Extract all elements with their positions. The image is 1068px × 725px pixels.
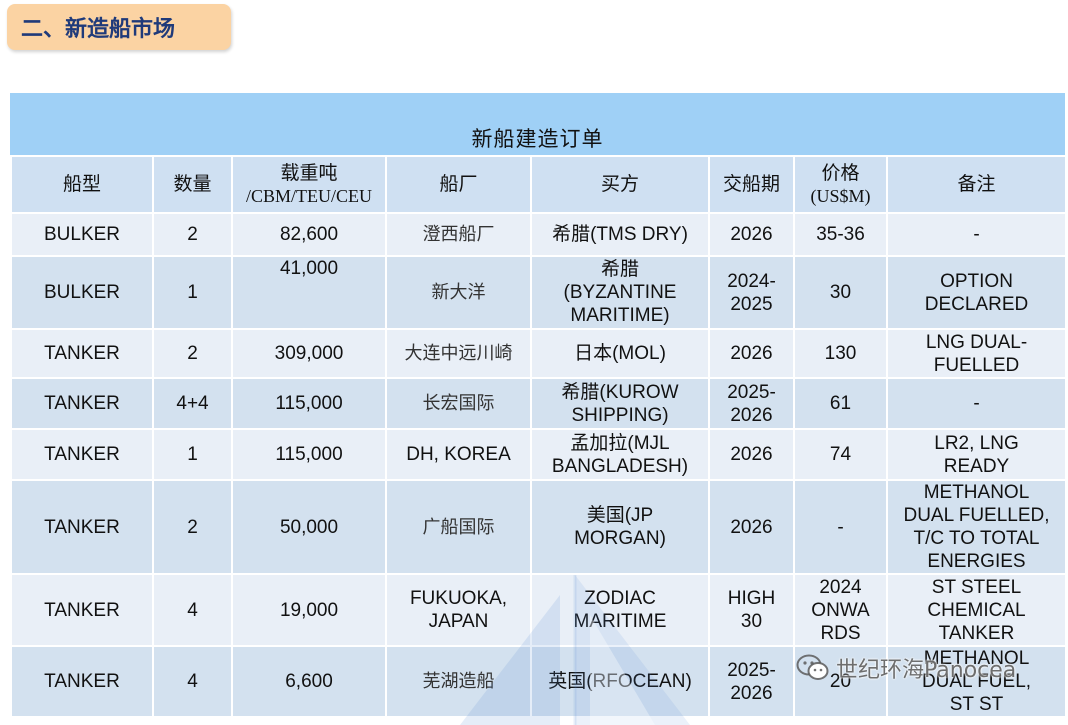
cell-qty: 4+4: [152, 377, 233, 430]
cell-yard: 澄西船厂: [385, 212, 532, 257]
table-row: BULKER 1 41,000 新大洋 希腊 (BYZANTINE MARITIME) 2…: [10, 255, 1065, 330]
table-row: TANKER 2 309,000 大连中远川崎 日本(MOL) 2026 130 LNG DU…: [10, 328, 1065, 379]
cell-delivery: 2026: [708, 479, 795, 575]
cell-delivery: 2026: [708, 328, 795, 379]
cell-buyer: 希腊 (BYZANTINE MARITIME): [530, 255, 710, 330]
cell-buyer: 希腊(TMS DRY): [530, 212, 710, 257]
cell-price: 20: [793, 645, 888, 718]
header-price: 价格 (US$M): [793, 155, 888, 214]
cell-yard: 广船国际: [385, 479, 532, 575]
header-price-line1: 价格: [821, 161, 860, 184]
cell-delivery: 2025- 2026: [708, 377, 795, 430]
cell-buyer: 日本(MOL): [530, 328, 710, 379]
header-dwt-line2: /CBM/TEU/CEU: [245, 185, 372, 206]
cell-qty: 4: [152, 645, 233, 718]
cell-dwt: 19,000: [231, 573, 387, 647]
cell-delivery: 2024- 2025: [708, 255, 795, 330]
cell-price: 130: [793, 328, 888, 379]
cell-buyer: 希腊(KUROW SHIPPING): [530, 377, 710, 430]
header-dwt: 载重吨 /CBM/TEU/CEU: [231, 155, 387, 214]
cell-dwt: 6,600: [231, 645, 387, 718]
cell-delivery: HIGH 30: [708, 573, 795, 647]
cell-qty: 2: [152, 212, 233, 257]
cell-delivery: 2025- 2026: [708, 645, 795, 718]
cell-buyer: 孟加拉(MJL BANGLADESH): [530, 428, 710, 481]
cell-remark: LNG DUAL- FUELLED: [886, 328, 1065, 379]
cell-dwt: 115,000: [231, 377, 387, 430]
cell-price: 35-36: [793, 212, 888, 257]
cell-remark: METHANOL DUAL FUELLED, T/C TO TOTAL ENER…: [886, 479, 1065, 575]
cell-remark: ST STEEL CHEMICAL TANKER: [886, 573, 1065, 647]
cell-delivery: 2026: [708, 428, 795, 481]
cell-yard: DH, KOREA: [385, 428, 532, 481]
cell-remark: -: [886, 377, 1065, 430]
cell-remark: LR2, LNG READY: [886, 428, 1065, 481]
table-row: TANKER 1 115,000 DH, KOREA 孟加拉(MJL BANGLADES…: [10, 428, 1065, 481]
section-title: 二、新造船市场: [21, 17, 176, 42]
cell-price: 74: [793, 428, 888, 481]
cell-type: TANKER: [10, 428, 154, 481]
table-title: 新船建造订单: [471, 127, 604, 151]
cell-type: TANKER: [10, 479, 154, 575]
header-shipyard: 船厂: [385, 155, 532, 214]
header-buyer: 买方: [530, 155, 710, 214]
cell-type: TANKER: [10, 645, 154, 718]
cell-remark: -: [886, 212, 1065, 257]
cell-qty: 2: [152, 328, 233, 379]
cell-buyer: 美国(JP MORGAN): [530, 479, 710, 575]
cell-remark: METHANOL DUAL FUEL, ST ST: [886, 645, 1065, 718]
cell-yard: 芜湖造船: [385, 645, 532, 718]
table-row: TANKER 2 50,000 广船国际 美国(JP MORGAN) 2026- METHA…: [10, 479, 1065, 575]
cell-type: BULKER: [10, 212, 154, 257]
cell-price: -: [793, 479, 888, 575]
cell-qty: 2: [152, 479, 233, 575]
cell-price: 30: [793, 255, 888, 330]
cell-qty: 4: [152, 573, 233, 647]
header-delivery: 交船期: [708, 155, 795, 214]
cell-yard: 新大洋: [385, 255, 532, 330]
header-dwt-line1: 载重吨: [280, 161, 338, 184]
cell-yard: 大连中远川崎: [385, 328, 532, 379]
header-ship-type: 船型: [10, 155, 154, 214]
cell-dwt: 50,000: [231, 479, 387, 575]
cell-type: TANKER: [10, 377, 154, 430]
table-header-row: 船型 数量 载重吨 /CBM/TEU/CEU 船厂 买方 交船期 价格 (US$…: [10, 155, 1065, 214]
orders-table: 船型 数量 载重吨 /CBM/TEU/CEU 船厂 买方 交船期 价格 (US$…: [10, 155, 1065, 718]
table-row: TANKER 4 19,000 FUKUOKA, JAPAN ZODIAC MARITI…: [10, 573, 1065, 647]
header-quantity: 数量: [152, 155, 233, 214]
cell-qty: 1: [152, 255, 233, 330]
header-remarks: 备注: [886, 155, 1065, 214]
table-row: TANKER 4+4 115,000 长宏国际 希腊(KUROW SHIPPING) 20…: [10, 377, 1065, 430]
section-title-tag: 二、新造船市场: [7, 4, 231, 50]
table-row: TANKER 4 6,600 芜湖造船 英国(RFOCEAN) 2025- 2026 20 M…: [10, 645, 1065, 718]
cell-buyer: ZODIAC MARITIME: [530, 573, 710, 647]
table-row: BULKER 2 82,600 澄西船厂 希腊(TMS DRY) 2026 35-36-: [10, 212, 1065, 257]
header-price-line2: (US$M): [810, 185, 871, 206]
cell-dwt: 115,000: [231, 428, 387, 481]
cell-type: TANKER: [10, 328, 154, 379]
cell-yard: 长宏国际: [385, 377, 532, 430]
cell-type: BULKER: [10, 255, 154, 330]
newbuilding-orders-table: 新船建造订单 船型 数量 载重吨 /CBM/TEU/CEU 船厂 买方 交船期 …: [10, 93, 1065, 720]
cell-qty: 1: [152, 428, 233, 481]
cell-buyer: 英国(RFOCEAN): [530, 645, 710, 718]
cell-remark: OPTION DECLARED: [886, 255, 1065, 330]
cell-price: 61: [793, 377, 888, 430]
cell-yard: FUKUOKA, JAPAN: [385, 573, 532, 647]
cell-dwt: 82,600: [231, 212, 387, 257]
cell-price: 2024 ONWA RDS: [793, 573, 888, 647]
cell-delivery: 2026: [708, 212, 795, 257]
cell-dwt: 309,000: [231, 328, 387, 379]
table-title-band: 新船建造订单: [10, 93, 1065, 155]
cell-type: TANKER: [10, 573, 154, 647]
cell-dwt: 41,000: [231, 255, 387, 330]
